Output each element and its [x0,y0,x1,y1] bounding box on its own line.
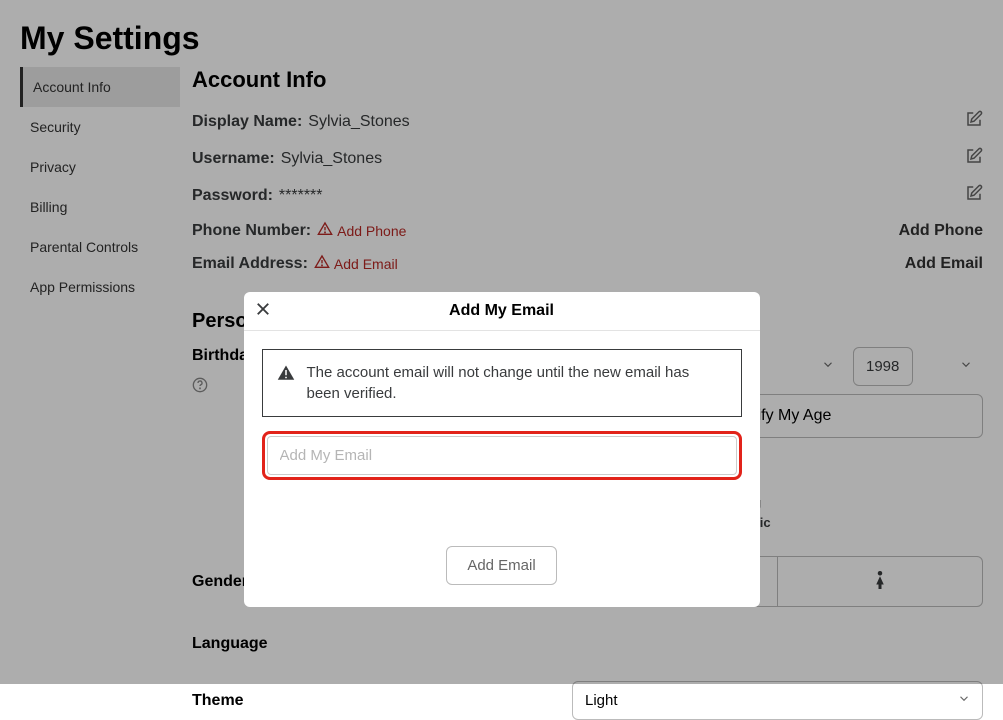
modal-overlay[interactable]: Add My Email The account email will not … [0,0,1003,684]
add-email-submit-button[interactable]: Add Email [446,546,556,585]
modal-title: Add My Email [449,302,554,319]
warning-icon [277,364,295,387]
modal-input-highlight [262,431,742,480]
modal-close-button[interactable] [254,300,272,323]
modal-alert: The account email will not change until … [262,349,742,417]
theme-row: Theme Light [192,681,983,720]
modal-alert-text: The account email will not change until … [307,362,727,404]
chevron-down-icon [957,691,971,710]
theme-select[interactable]: Light [572,681,983,720]
theme-label: Theme [192,692,572,710]
add-email-modal: Add My Email The account email will not … [244,292,760,607]
add-email-input[interactable] [267,436,737,475]
